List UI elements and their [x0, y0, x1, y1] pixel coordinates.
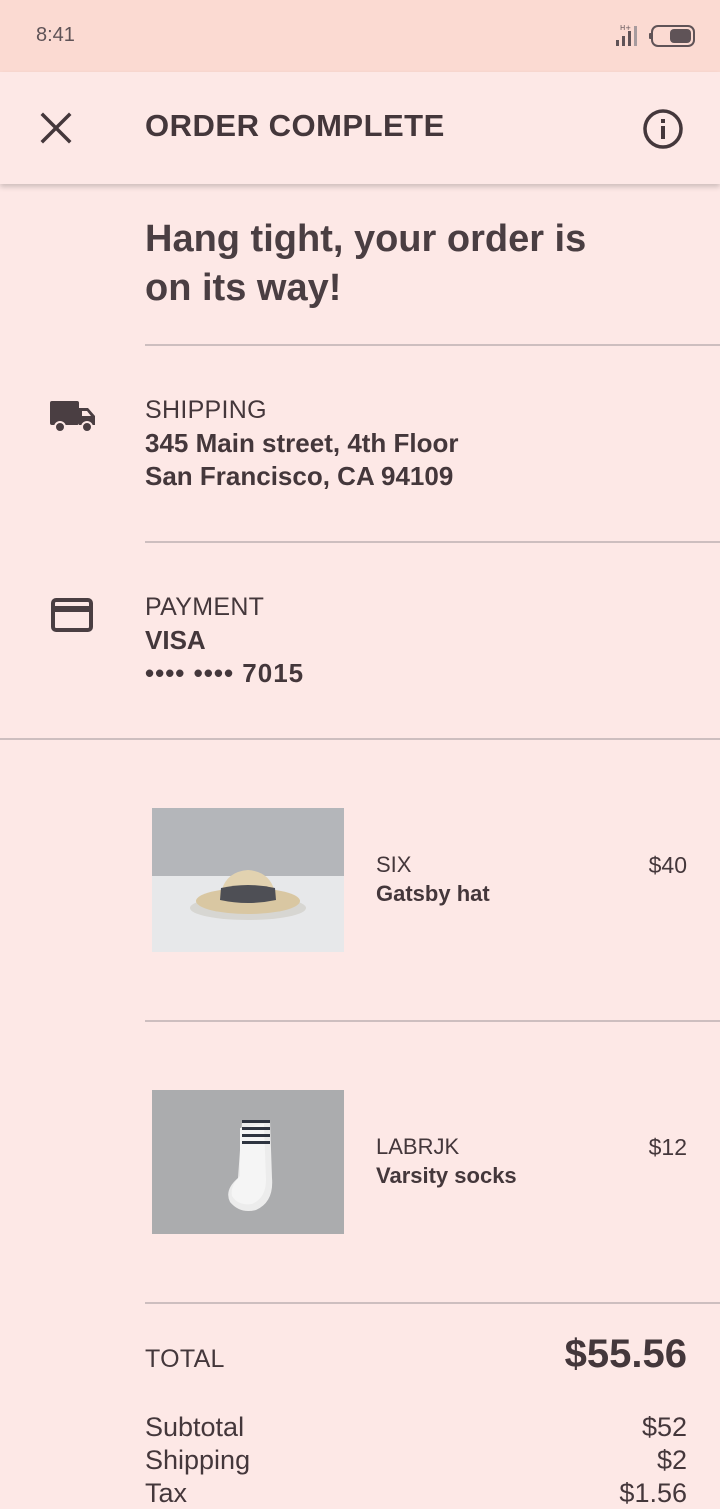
shipping-address-line2: San Francisco, CA 94109: [145, 461, 454, 491]
product-price: $12: [648, 1134, 687, 1160]
shipping-address-line1: 345 Main street, 4th Floor: [145, 428, 459, 458]
hat-image: [152, 808, 344, 952]
info-icon[interactable]: [640, 106, 686, 152]
tax-label: Tax: [145, 1478, 188, 1508]
app-bar: ORDER COMPLETE: [0, 72, 720, 184]
product-name: Varsity socks: [376, 1163, 517, 1188]
shipping-cost-value: $2: [656, 1445, 687, 1475]
signal-icon: H+: [616, 24, 637, 46]
divider: [145, 344, 720, 346]
product-image-hat: [152, 808, 344, 952]
product-price: $40: [648, 852, 687, 878]
order-headline: Hang tight, your order is on its way!: [145, 218, 587, 309]
payment-card-type: VISA: [145, 625, 206, 655]
total-value: $55.56: [564, 1332, 687, 1376]
subtotal-value: $52: [641, 1412, 687, 1442]
tax-value: $1.56: [619, 1478, 687, 1508]
subtotal-label: Subtotal: [145, 1412, 245, 1442]
product-image-socks: [152, 1090, 344, 1234]
status-time: 8:41: [36, 24, 75, 46]
product-brand: LABRJK: [376, 1134, 460, 1159]
page-title: ORDER COMPLETE: [145, 108, 445, 143]
battery-icon: [649, 25, 695, 47]
truck-icon: [50, 401, 95, 433]
shipping-cost-label: Shipping: [145, 1445, 251, 1475]
status-bar: 8:41 H+: [0, 0, 720, 72]
socks-image: [152, 1090, 344, 1234]
shipping-label: SHIPPING: [145, 396, 267, 424]
close-icon[interactable]: [34, 106, 78, 150]
svg-text:H+: H+: [620, 24, 631, 32]
divider: [145, 1302, 720, 1304]
total-label: TOTAL: [145, 1345, 225, 1373]
payment-label: PAYMENT: [145, 593, 265, 621]
credit-card-icon: [51, 598, 93, 632]
divider: [145, 541, 720, 543]
payment-card-number: •••• •••• 7015: [145, 658, 305, 688]
divider: [145, 1020, 720, 1022]
product-name: Gatsby hat: [376, 881, 490, 906]
product-brand: SIX: [376, 852, 412, 877]
divider: [0, 738, 720, 740]
